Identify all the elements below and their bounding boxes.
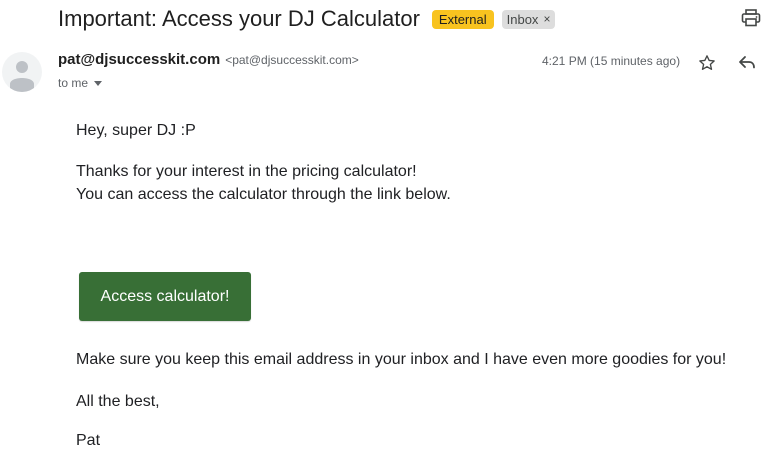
recipient-details-toggle[interactable]: to me xyxy=(58,74,103,92)
sender-name[interactable]: pat@djsuccesskit.com xyxy=(58,51,220,68)
print-icon xyxy=(741,9,761,27)
remove-label-icon[interactable]: × xyxy=(543,12,550,26)
inbox-label: Inbox × xyxy=(501,9,556,29)
body-line-3: Make sure you keep this email address in… xyxy=(76,351,727,368)
reply-button[interactable] xyxy=(737,53,757,73)
sender-avatar[interactable] xyxy=(2,52,42,92)
star-button[interactable] xyxy=(697,53,717,73)
subject-row: Important: Access your DJ Calculator Ext… xyxy=(58,2,556,36)
sender-email: <pat@djsuccesskit.com> xyxy=(225,53,359,67)
recipient-text: to me xyxy=(58,76,89,90)
signoff-text: All the best, xyxy=(76,393,160,410)
caret-down-icon xyxy=(94,80,103,86)
access-calculator-button[interactable]: Access calculator! xyxy=(79,272,251,321)
inbox-label-text: Inbox xyxy=(506,11,539,27)
star-icon xyxy=(699,55,715,70)
external-label: External xyxy=(431,9,494,29)
signature-text: Pat xyxy=(76,432,101,449)
greeting-text: Hey, super DJ :P xyxy=(76,122,196,139)
email-subject: Important: Access your DJ Calculator xyxy=(58,6,420,31)
reply-icon xyxy=(739,56,755,69)
print-button[interactable] xyxy=(740,8,762,28)
person-icon xyxy=(10,61,34,92)
body-line-2: You can access the calculator through th… xyxy=(76,186,451,203)
body-line-1: Thanks for your interest in the pricing … xyxy=(76,163,417,180)
sender-row: pat@djsuccesskit.com <pat@djsuccesskit.c… xyxy=(58,51,359,71)
email-timestamp: 4:21 PM (15 minutes ago) xyxy=(542,54,681,68)
